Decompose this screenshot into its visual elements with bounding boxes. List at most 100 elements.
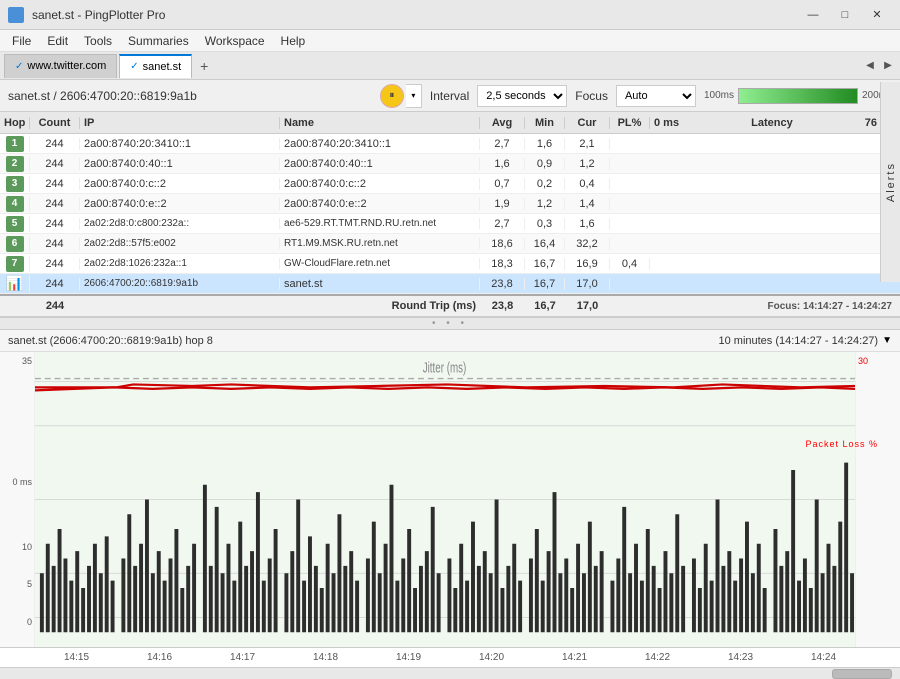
table-row[interactable]: 4 244 2a00:8740:0:e::2 2a00:8740:0:e::2 …: [0, 194, 900, 214]
table-row[interactable]: 6 244 2a02:2d8::57f5:e002 RT1.M9.MSK.RU.…: [0, 234, 900, 254]
tab-prev-button[interactable]: ◀: [862, 56, 878, 76]
footer-cur: 17,0: [565, 300, 610, 312]
table-row[interactable]: 7 244 2a02:2d8:1026:232a::1 GW-CloudFlar…: [0, 254, 900, 274]
footer-count: 244: [30, 300, 80, 312]
pause-dropdown[interactable]: ▾: [406, 84, 422, 108]
chart-area: Jitter (ms): [35, 352, 855, 647]
menu-file[interactable]: File: [4, 32, 39, 50]
col-cur: Cur: [565, 117, 610, 129]
tab-next-button[interactable]: ▶: [880, 56, 896, 76]
avg-cell: 2,7: [480, 138, 525, 150]
scale-100-label: 100ms: [704, 90, 734, 101]
hop-cell: 3: [0, 176, 30, 192]
min-cell: 0,2: [525, 178, 565, 190]
x-label-1419: 14:19: [396, 652, 421, 663]
table-row[interactable]: 3 244 2a00:8740:0:c::2 2a00:8740:0:c::2 …: [0, 174, 900, 194]
count-cell: 244: [30, 158, 80, 170]
scale-bar: [738, 88, 858, 104]
avg-cell: 1,9: [480, 198, 525, 210]
table-row[interactable]: 2 244 2a00:8740:0:40::1 2a00:8740:0:40::…: [0, 154, 900, 174]
tab-twitter[interactable]: ✓ www.twitter.com: [4, 54, 117, 78]
bars-svg: Jitter (ms): [35, 352, 855, 647]
count-cell: 244: [30, 198, 80, 210]
menu-tools[interactable]: Tools: [76, 32, 120, 50]
focus-select[interactable]: Auto: [616, 85, 696, 107]
footer-label: Round Trip (ms): [80, 300, 480, 312]
y-label-10: 10: [2, 542, 32, 552]
tab-bar: ✓ www.twitter.com ✓ sanet.st + ◀ ▶: [0, 52, 900, 80]
avg-cell: 2,7: [480, 218, 525, 230]
close-button[interactable]: ✕: [862, 5, 892, 25]
alerts-panel: Alerts: [880, 82, 900, 282]
interval-label: Interval: [430, 89, 469, 103]
ip-cell: 2a02:2d8::57f5:e002: [80, 238, 280, 249]
col-hop: Hop: [0, 117, 30, 129]
x-label-1422: 14:22: [645, 652, 670, 663]
x-label-1417: 14:17: [230, 652, 255, 663]
scrollbar-thumb[interactable]: [832, 669, 892, 679]
toolbar: sanet.st / 2606:4700:20::6819:9a1b ⏸ ▾ I…: [0, 80, 900, 112]
count-cell: 244: [30, 278, 80, 290]
count-cell: 244: [30, 178, 80, 190]
menu-summaries[interactable]: Summaries: [120, 32, 197, 50]
col-name: Name: [280, 117, 480, 129]
avg-cell: 18,3: [480, 258, 525, 270]
hop-cell: 1: [0, 136, 30, 152]
name-cell: ae6-529.RT.TMT.RND.RU.retn.net: [280, 218, 480, 229]
tab-sanet[interactable]: ✓ sanet.st: [119, 54, 192, 78]
table-row[interactable]: 1 244 2a00:8740:20:3410::1 2a00:8740:20:…: [0, 134, 900, 154]
col-pl: PL%: [610, 117, 650, 129]
tab-sanet-check-icon: ✓: [130, 61, 138, 72]
x-label-1424: 14:24: [811, 652, 836, 663]
chart-expand-icon[interactable]: ▼: [882, 335, 892, 346]
ip-cell: 2a02:2d8:0:c800:232a::: [80, 218, 280, 229]
focus-label: Focus: [575, 89, 608, 103]
chart-body: 35 0 ms 10 5 0: [0, 352, 900, 647]
chart-section: sanet.st (2606:4700:20::6819:9a1b) hop 8…: [0, 330, 900, 679]
table-row-selected[interactable]: 📊 244 2606:4700:20::6819:9a1b sanet.st 2…: [0, 274, 900, 294]
menu-edit[interactable]: Edit: [39, 32, 76, 50]
footer-min: 16,7: [525, 300, 565, 312]
svg-text:Jitter (ms): Jitter (ms): [423, 360, 467, 376]
name-cell: GW-CloudFlare.retn.net: [280, 258, 480, 269]
ip-cell: 2a00:8740:20:3410::1: [80, 138, 280, 150]
ip-cell: 2a00:8740:0:40::1: [80, 158, 280, 170]
drag-handle[interactable]: • • •: [0, 318, 900, 330]
menu-help[interactable]: Help: [273, 32, 314, 50]
tab-arrows: ◀ ▶: [862, 56, 896, 76]
hop-badge-6: 6: [6, 236, 24, 252]
table-row[interactable]: 5 244 2a02:2d8:0:c800:232a:: ae6-529.RT.…: [0, 214, 900, 234]
avg-cell: 0,7: [480, 178, 525, 190]
x-label-1420: 14:20: [479, 652, 504, 663]
add-tab-button[interactable]: +: [194, 56, 214, 76]
menu-bar: File Edit Tools Summaries Workspace Help: [0, 30, 900, 52]
hop-cell: 4: [0, 196, 30, 212]
min-cell: 16,4: [525, 238, 565, 250]
min-cell: 0,3: [525, 218, 565, 230]
pause-button[interactable]: ⏸: [380, 84, 404, 108]
hop-badge-5: 5: [6, 216, 24, 232]
x-label-1423: 14:23: [728, 652, 753, 663]
menu-workspace[interactable]: Workspace: [197, 32, 273, 50]
table-section: Hop Count IP Name Avg Min Cur PL% 0 ms L…: [0, 112, 900, 318]
x-label-1416: 14:16: [147, 652, 172, 663]
maximize-button[interactable]: □: [830, 5, 860, 25]
footer-focus: Focus: 14:14:27 - 14:24:27: [650, 301, 900, 312]
ip-cell: 2a00:8740:0:e::2: [80, 198, 280, 210]
tab-check-icon: ✓: [15, 61, 23, 72]
tabs-container: ✓ www.twitter.com ✓ sanet.st +: [4, 54, 214, 78]
hop-cell: 7: [0, 256, 30, 272]
scrollbar[interactable]: [0, 667, 900, 679]
hop-badge-2: 2: [6, 156, 24, 172]
ip-cell: 2606:4700:20::6819:9a1b: [80, 278, 280, 289]
interval-select[interactable]: 2,5 seconds: [477, 85, 567, 107]
packet-loss-axis: 30 Packet Loss %: [855, 352, 900, 647]
ip-cell: 2a00:8740:0:c::2: [80, 178, 280, 190]
chart-header: sanet.st (2606:4700:20::6819:9a1b) hop 8…: [0, 330, 900, 352]
window-title: sanet.st - PingPlotter Pro: [32, 8, 165, 22]
alerts-label[interactable]: Alerts: [885, 162, 897, 202]
minimize-button[interactable]: —: [798, 5, 828, 25]
drag-dots: • • •: [432, 318, 468, 329]
main-content: Hop Count IP Name Avg Min Cur PL% 0 ms L…: [0, 112, 900, 679]
pl-label-30: 30: [858, 356, 898, 366]
